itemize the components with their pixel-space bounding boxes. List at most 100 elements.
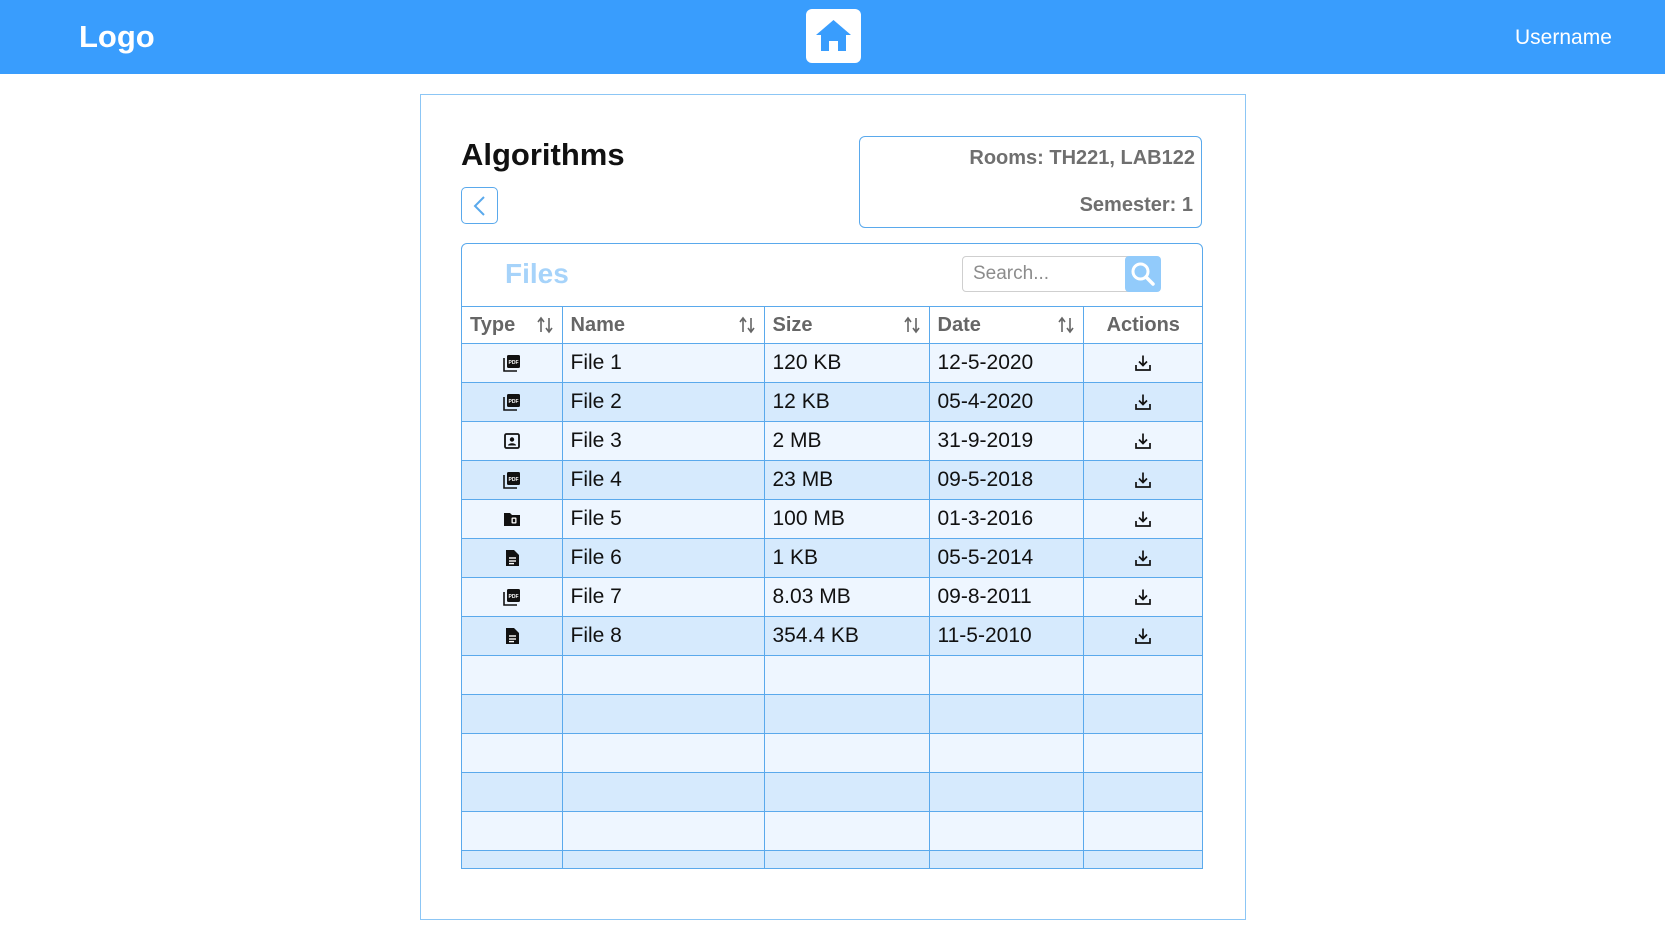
- home-icon: [816, 20, 851, 51]
- file-name-cell[interactable]: File 1: [562, 343, 765, 383]
- download-icon[interactable]: [1134, 588, 1152, 606]
- download-button[interactable]: [1134, 585, 1152, 608]
- search-input[interactable]: [962, 256, 1132, 292]
- empty-table-row: [462, 850, 1202, 868]
- empty-cell: [929, 655, 1084, 695]
- download-button[interactable]: [1134, 546, 1152, 569]
- download-icon[interactable]: [1134, 549, 1152, 567]
- chevron-left-icon: [473, 196, 485, 216]
- file-type-cell: PDF: [462, 382, 563, 422]
- column-header-label: Date: [937, 313, 981, 336]
- empty-table-row: [462, 811, 1202, 851]
- empty-cell: [764, 694, 930, 734]
- file-name-cell[interactable]: File 4: [562, 460, 765, 500]
- file-name-cell[interactable]: File 5: [562, 499, 765, 539]
- file-size-cell: 120 KB: [764, 343, 930, 383]
- file-actions-cell: [1083, 421, 1202, 461]
- file-name-cell[interactable]: File 7: [562, 577, 765, 617]
- empty-cell: [562, 772, 765, 812]
- empty-cell: [462, 811, 563, 851]
- course-card: Algorithms Rooms: TH221, LAB122 Semester…: [420, 94, 1246, 920]
- empty-cell: [1083, 850, 1202, 868]
- file-name-cell[interactable]: File 3: [562, 421, 765, 461]
- empty-cell: [562, 655, 765, 695]
- table-row[interactable]: File 8 354.4 KB 11-5-2010: [462, 616, 1202, 656]
- empty-cell: [1083, 811, 1202, 851]
- download-button[interactable]: [1134, 624, 1152, 647]
- download-button[interactable]: [1134, 507, 1152, 530]
- file-name-cell[interactable]: File 2: [562, 382, 765, 422]
- sort-icon[interactable]: [738, 316, 756, 334]
- file-actions-cell: [1083, 460, 1202, 500]
- table-row[interactable]: File 61 KB 05-5-2014: [462, 538, 1202, 578]
- file-size-cell: 2 MB: [764, 421, 930, 461]
- download-icon[interactable]: [1134, 471, 1152, 489]
- image-icon: [503, 433, 520, 450]
- file-actions-cell: [1083, 343, 1202, 383]
- empty-cell: [462, 772, 563, 812]
- file-type-cell: PDF: [462, 343, 563, 383]
- column-header-date[interactable]: Date: [929, 306, 1084, 344]
- file-date-cell: 05-5-2014: [929, 538, 1084, 578]
- file-size-cell: 1 KB: [764, 538, 930, 578]
- download-icon[interactable]: [1134, 510, 1152, 528]
- search-bar: [962, 256, 1162, 292]
- table-row[interactable]: File 32 MB 31-9-2019: [462, 421, 1202, 461]
- column-header-label: Size: [772, 313, 813, 336]
- column-header-label: Type: [470, 313, 516, 336]
- file-name-cell[interactable]: File 8: [562, 616, 765, 656]
- svg-text:PDF: PDF: [508, 399, 518, 405]
- page-title: Algorithms: [461, 137, 625, 172]
- file-actions-cell: [1083, 577, 1202, 617]
- files-panel: Files Type Name Size: [461, 243, 1203, 869]
- download-icon[interactable]: [1134, 354, 1152, 372]
- table-row[interactable]: File 5 100 MB 01-3-2016: [462, 499, 1202, 539]
- table-row[interactable]: PDF File 2 12 KB 05-4-2020: [462, 382, 1202, 422]
- empty-cell: [562, 733, 765, 773]
- back-button[interactable]: [461, 187, 498, 224]
- top-navbar: Logo Username: [0, 0, 1665, 74]
- file-date-cell: 01-3-2016: [929, 499, 1084, 539]
- file-type-cell: [462, 616, 563, 656]
- logo[interactable]: Logo: [79, 19, 155, 55]
- download-button[interactable]: [1134, 468, 1152, 491]
- download-button[interactable]: [1134, 390, 1152, 413]
- files-heading: Files: [505, 258, 569, 289]
- pdf-icon: PDF: [502, 589, 520, 607]
- download-button[interactable]: [1134, 351, 1152, 374]
- empty-cell: [764, 772, 930, 812]
- svg-text:PDF: PDF: [508, 477, 518, 483]
- folder-icon: [503, 513, 520, 527]
- pdf-icon: PDF: [502, 394, 520, 412]
- download-button[interactable]: [1134, 429, 1152, 452]
- column-header-name[interactable]: Name: [562, 306, 765, 344]
- table-row[interactable]: PDF File 7 8.03 MB 09-8-2011: [462, 577, 1202, 617]
- download-icon[interactable]: [1134, 432, 1152, 450]
- file-actions-cell: [1083, 499, 1202, 539]
- sort-icon[interactable]: [903, 316, 921, 334]
- column-header-type[interactable]: Type: [462, 306, 563, 344]
- empty-cell: [462, 694, 563, 734]
- sort-icon[interactable]: [1057, 316, 1075, 334]
- sort-icon[interactable]: [536, 316, 554, 334]
- file-type-cell: [462, 421, 563, 461]
- empty-cell: [1083, 772, 1202, 812]
- table-row[interactable]: PDF File 4 23 MB 09-5-2018: [462, 460, 1202, 500]
- files-table: Type Name Size Date Actions PDF File 1 120…: [462, 306, 1202, 868]
- empty-cell: [562, 694, 765, 734]
- table-header-row: Type Name Size Date Actions: [462, 306, 1202, 344]
- column-header-size[interactable]: Size: [764, 306, 930, 344]
- search-button[interactable]: [1125, 256, 1161, 292]
- file-date-cell: 12-5-2020: [929, 343, 1084, 383]
- file-size-cell: 23 MB: [764, 460, 930, 500]
- column-header-label: Name: [570, 313, 625, 336]
- download-icon[interactable]: [1134, 627, 1152, 645]
- empty-cell: [929, 850, 1084, 868]
- username-link[interactable]: Username: [1515, 26, 1612, 50]
- file-name-cell[interactable]: File 6: [562, 538, 765, 578]
- empty-cell: [764, 850, 930, 868]
- download-icon[interactable]: [1134, 393, 1152, 411]
- home-button[interactable]: [806, 9, 861, 63]
- file-type-cell: PDF: [462, 460, 563, 500]
- table-row[interactable]: PDF File 1 120 KB 12-5-2020: [462, 343, 1202, 383]
